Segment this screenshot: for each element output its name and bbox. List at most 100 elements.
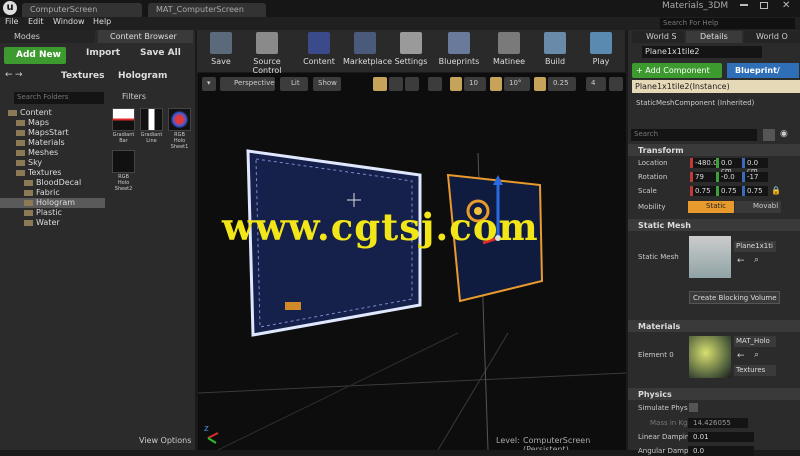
folder-item[interactable]: Sky (0, 158, 105, 168)
asset-tile[interactable]: RGB Holo Sheet2 (112, 150, 135, 192)
folder-item[interactable]: Hologram (0, 198, 105, 208)
search-help-input[interactable]: Search For Help (660, 18, 795, 29)
scale-tool-icon[interactable] (405, 77, 419, 91)
tab-computer-screen[interactable]: ComputerScreen (22, 3, 142, 17)
grid-snap-value[interactable]: 10 (464, 77, 486, 91)
tab-content-browser[interactable]: Content Browser (98, 30, 193, 43)
breadcrumb-textures[interactable]: Textures (61, 71, 104, 81)
scale-y-field[interactable]: 0.75 (716, 186, 742, 196)
mesh-select-dropdown[interactable]: Plane1x1ti (734, 241, 776, 252)
world-space-icon[interactable] (428, 77, 442, 91)
menu-help[interactable]: Help (93, 17, 111, 26)
filters-button[interactable]: Filters (115, 92, 146, 101)
textures-dropdown[interactable]: Textures (734, 365, 776, 376)
level-viewport[interactable]: z ▾ Perspective Lit Show 10 10° 0.25 4 L… (198, 73, 626, 450)
toolbar-source-control-button[interactable]: Source Control (245, 32, 289, 75)
mesh-search-icon[interactable]: ⌕ (754, 255, 759, 265)
folder-item[interactable]: Content (0, 108, 105, 118)
grid-snap-toggle[interactable] (450, 77, 462, 91)
toolbar-blueprints-button[interactable]: Blueprints (437, 32, 481, 66)
toolbar-content-button[interactable]: Content (297, 32, 341, 66)
folder-item[interactable]: Fabric (0, 188, 105, 198)
add-new-button[interactable]: Add New (4, 47, 66, 64)
tab-details[interactable]: Details (686, 31, 742, 43)
mesh-thumbnail[interactable] (689, 236, 731, 278)
asset-tile[interactable]: RGB Holo Sheet1 (168, 108, 191, 150)
material-select-dropdown[interactable]: MAT_Holo (734, 336, 776, 347)
lock-icon[interactable]: 🔒 (771, 186, 781, 195)
location-y-field[interactable]: 0.0 cm (716, 158, 742, 175)
toolbar-build-button[interactable]: Build (533, 32, 577, 66)
view-options-button[interactable]: View Options (127, 436, 191, 445)
folder-item[interactable]: Water (0, 218, 105, 228)
folder-item[interactable]: Meshes (0, 148, 105, 158)
toolbar-play-button[interactable]: Play (579, 32, 623, 66)
location-x-field[interactable]: -480.0 (690, 158, 718, 168)
grid-view-icon[interactable] (763, 129, 775, 141)
details-search-input[interactable]: Search (631, 129, 757, 141)
angular-damping-field[interactable]: 0.0 (688, 446, 754, 456)
rotation-snap-toggle[interactable] (490, 77, 502, 91)
object-name-field[interactable]: Plane1x1tile2 (642, 46, 762, 58)
forward-arrow-icon[interactable]: → (15, 70, 23, 80)
static-mesh-section-header[interactable]: Static Mesh (628, 219, 800, 231)
toolbar-settings-button[interactable]: Settings (389, 32, 433, 66)
create-blocking-volume-button[interactable]: Create Blocking Volume (689, 291, 780, 304)
back-arrow-icon[interactable]: ← (5, 70, 13, 80)
scale-x-field[interactable]: 0.75 (690, 186, 716, 196)
perspective-button[interactable]: Perspective (220, 77, 275, 91)
toolbar-matinee-button[interactable]: Matinee (487, 32, 531, 66)
menu-window[interactable]: Window (53, 17, 85, 26)
rotation-x-field[interactable]: 79 (690, 172, 716, 182)
material-browse-icon[interactable]: ← (737, 351, 745, 361)
component-row[interactable]: StaticMeshComponent (Inherited) (636, 99, 754, 107)
material-search-icon[interactable]: ⌕ (754, 350, 759, 360)
rotation-snap-value[interactable]: 10° (504, 77, 530, 91)
rotate-tool-icon[interactable] (389, 77, 403, 91)
blueprint-button[interactable]: Blueprint/ (727, 63, 799, 78)
close-icon[interactable]: ✕ (782, 0, 790, 11)
tab-modes[interactable]: Modes (0, 30, 95, 43)
linear-damping-field[interactable]: 0.01 (688, 432, 754, 442)
scale-snap-value[interactable]: 0.25 (548, 77, 576, 91)
camera-speed-value[interactable]: 4 (586, 77, 606, 91)
static-button[interactable]: Static (688, 201, 734, 213)
toolbar-save-button[interactable]: Save (199, 32, 243, 66)
folder-item[interactable]: Textures (0, 168, 105, 178)
maximize-icon[interactable] (760, 2, 768, 9)
tab-world-settings[interactable]: World S (632, 31, 684, 43)
mass-field[interactable]: 14.426055 (688, 418, 748, 428)
browse-arrow-icon[interactable]: ← (737, 256, 745, 266)
folder-item[interactable]: BloodDecal (0, 178, 105, 188)
import-button[interactable]: Import (74, 48, 120, 58)
folder-item[interactable]: Materials (0, 138, 105, 148)
physics-section-header[interactable]: Physics (628, 388, 800, 400)
folder-item[interactable]: MapsStart (0, 128, 105, 138)
rotation-y-field[interactable]: -0.0 (716, 172, 742, 182)
folder-item[interactable]: Plastic (0, 208, 105, 218)
show-button[interactable]: Show (313, 77, 341, 91)
menu-file[interactable]: File (5, 17, 18, 26)
movable-button[interactable]: Movabl (735, 201, 781, 213)
instance-row[interactable]: Plane1x1tile2(Instance) (632, 80, 800, 93)
tab-world-outliner[interactable]: World O (744, 31, 800, 43)
material-thumbnail[interactable] (689, 336, 731, 378)
rotation-z-field[interactable]: -17 (742, 172, 768, 182)
translate-tool-icon[interactable] (373, 77, 387, 91)
scale-snap-toggle[interactable] (534, 77, 546, 91)
scale-z-field[interactable]: 0.75 (742, 186, 768, 196)
minimize-icon[interactable] (740, 4, 748, 6)
lit-button[interactable]: Lit (280, 77, 308, 91)
location-z-field[interactable]: 0.0 cm (742, 158, 768, 175)
eye-icon[interactable]: ◉ (780, 129, 788, 139)
menu-edit[interactable]: Edit (28, 17, 44, 26)
materials-section-header[interactable]: Materials (628, 320, 800, 332)
maximize-viewport-icon[interactable] (609, 77, 623, 91)
asset-tile[interactable]: Gradiant Line (140, 108, 163, 144)
toolbar-marketplace-button[interactable]: Marketplace (343, 32, 392, 66)
search-folders-input[interactable]: Search Folders (14, 92, 104, 104)
viewport-menu-button[interactable]: ▾ (202, 77, 216, 91)
folder-item[interactable]: Maps (0, 118, 105, 128)
simulate-physics-checkbox[interactable] (689, 403, 698, 412)
add-component-button[interactable]: + Add Component (632, 63, 722, 78)
